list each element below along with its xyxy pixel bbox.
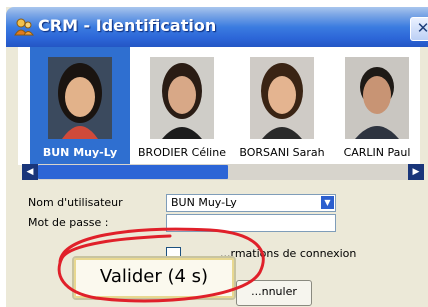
username-select[interactable]: BUN Muy-Ly ▼: [166, 194, 336, 212]
users-app-icon: [14, 17, 34, 37]
password-label: Mot de passe :: [28, 216, 109, 229]
user-name: BUN Muy-Ly: [42, 146, 118, 159]
user-name: CARLIN Paul: [343, 146, 411, 159]
user-card-bun-muy-ly[interactable]: BUN Muy-Ly: [30, 47, 130, 165]
user-card-brodier-celine[interactable]: BRODIER Céline: [134, 47, 230, 165]
scrollbar-thumb[interactable]: [38, 165, 228, 179]
close-button[interactable]: ✕: [410, 17, 428, 41]
window-title: CRM - Identification: [38, 16, 217, 35]
user-photo: [150, 57, 214, 139]
user-card-borsani-sarah[interactable]: BORSANI Sarah: [232, 47, 332, 165]
password-field[interactable]: [166, 214, 336, 232]
close-icon: ✕: [416, 19, 428, 37]
user-photo: [345, 57, 409, 139]
username-label: Nom d'utilisateur: [28, 196, 123, 209]
title-bar[interactable]: CRM - Identification ✕: [6, 7, 428, 47]
username-selected-value: BUN Muy-Ly: [171, 196, 237, 209]
user-photo: [48, 57, 112, 139]
user-gallery: BUN Muy-Ly BRODIER Céline BORSANI Sarah …: [18, 47, 420, 165]
user-card-carlin-paul[interactable]: CARLIN Paul: [334, 47, 420, 165]
user-photo: [250, 57, 314, 139]
gallery-scrollbar[interactable]: ◀ ▶: [22, 164, 424, 180]
arrow-left-icon: ◀: [26, 167, 34, 177]
user-name: BORSANI Sarah: [239, 146, 325, 159]
cancel-button[interactable]: ...nnuler: [236, 280, 312, 306]
scroll-left-button[interactable]: ◀: [22, 164, 38, 180]
user-name: BRODIER Céline: [138, 146, 226, 159]
remember-label: ...rmations de connexion: [220, 247, 357, 260]
scroll-right-button[interactable]: ▶: [408, 164, 424, 180]
validate-button[interactable]: Valider (4 s): [72, 256, 236, 300]
arrow-right-icon: ▶: [412, 167, 420, 177]
chevron-down-icon[interactable]: ▼: [321, 196, 334, 209]
